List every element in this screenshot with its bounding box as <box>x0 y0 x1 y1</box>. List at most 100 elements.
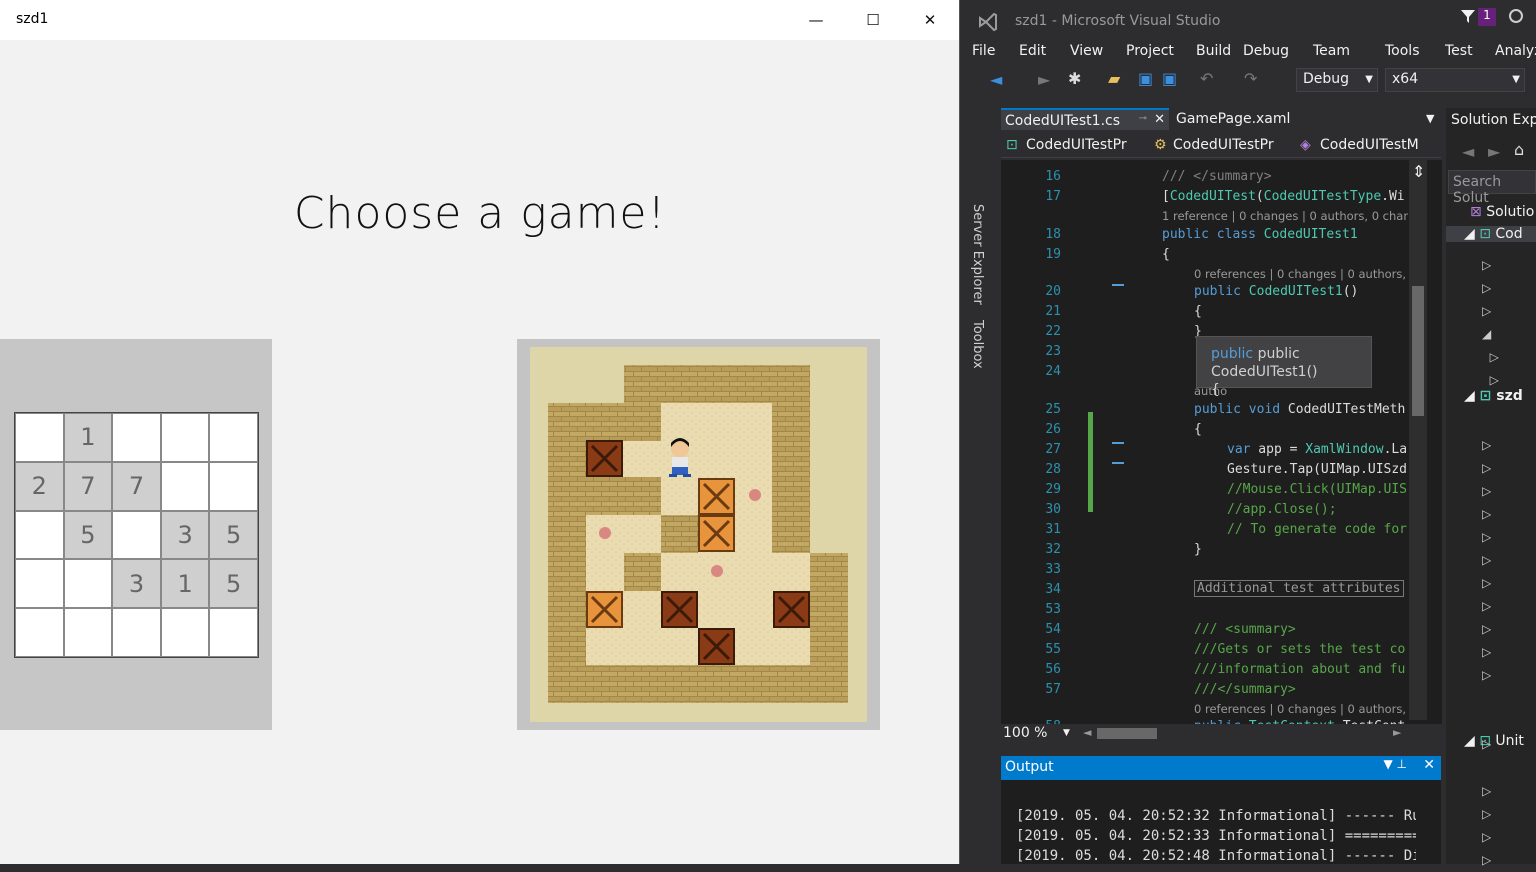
se-back-icon[interactable]: ◄ <box>1462 142 1474 161</box>
grid-cell[interactable]: 7 <box>112 461 161 511</box>
back-icon[interactable]: ◄ <box>990 70 1002 89</box>
grid-cell[interactable] <box>160 608 210 657</box>
code-line: public void CodedUITestMeth <box>1194 402 1406 417</box>
output-line: [2019. 05. 04. 20:52:48 Informational] -… <box>1016 848 1416 864</box>
grid-cell[interactable] <box>209 413 258 462</box>
code-lens[interactable]: 0 references | 0 changes | 0 authors, 0 <box>1194 702 1408 716</box>
grid-cell[interactable]: 1 <box>63 413 113 462</box>
project-nav[interactable]: CodedUITestPr <box>1026 137 1127 153</box>
menu-item[interactable]: Test <box>1445 43 1473 59</box>
scroll-right-icon[interactable]: ► <box>1393 726 1401 739</box>
grid-cell[interactable] <box>209 461 258 511</box>
maximize-button[interactable]: ☐ <box>845 0 901 40</box>
grid-cell[interactable]: 2 <box>15 461 64 511</box>
undo-icon[interactable]: ↶ <box>1200 69 1213 88</box>
grid-cell[interactable] <box>63 608 113 657</box>
se-forward-icon[interactable]: ► <box>1488 142 1500 161</box>
feedback-icon[interactable] <box>1506 6 1526 26</box>
line-number: 24 <box>1045 364 1061 379</box>
solution-node[interactable]: ⊠ Solutio <box>1470 204 1534 220</box>
scroll-thumb[interactable] <box>1412 286 1424 416</box>
split-icon[interactable]: ⇕ <box>1412 162 1425 181</box>
project-node-cod[interactable]: ◢ ⊡ Cod <box>1446 226 1536 242</box>
crate <box>698 478 735 515</box>
sokoban-preview <box>548 365 848 703</box>
grid-cell[interactable] <box>15 608 64 657</box>
close-tab-icon[interactable]: ✕ <box>1154 112 1165 127</box>
open-file-icon[interactable]: ▰ <box>1108 69 1120 88</box>
solution-node-label: Solutio <box>1486 204 1535 220</box>
grid-cell[interactable] <box>160 461 210 511</box>
configuration-select[interactable]: Debug ▼ <box>1296 68 1378 92</box>
grid-cell[interactable] <box>63 559 113 609</box>
new-project-icon[interactable]: ✱ <box>1068 69 1081 88</box>
menu-item[interactable]: Build <box>1196 43 1231 59</box>
grid-cell[interactable]: 5 <box>209 510 258 560</box>
solution-search-input[interactable]: Search Solut <box>1448 170 1536 206</box>
grid-cell[interactable] <box>112 608 161 657</box>
grid-cell[interactable] <box>160 413 210 462</box>
save-all-icon[interactable]: ▣ <box>1162 69 1177 88</box>
zoom-chevron-icon[interactable]: ▼ <box>1063 728 1070 738</box>
grid-cell[interactable]: 3 <box>112 559 161 609</box>
grid-cell[interactable] <box>15 413 64 462</box>
number-grid[interactable]: 1277535315 <box>14 412 259 658</box>
grid-cell[interactable]: 7 <box>63 461 113 511</box>
minimize-button[interactable]: — <box>788 0 844 40</box>
horizontal-scroll-thumb[interactable] <box>1097 728 1157 739</box>
panel-menu-icon[interactable]: ▼ ⊥ <box>1384 757 1408 771</box>
tab-list-chevron-icon[interactable]: ▼ <box>1426 112 1434 125</box>
menu-item[interactable]: Project <box>1126 43 1174 59</box>
grid-cell[interactable] <box>209 608 258 657</box>
forward-icon[interactable]: ► <box>1038 70 1050 89</box>
line-number: 27 <box>1045 442 1061 457</box>
project-nav-icon: ⊡ <box>1006 137 1018 153</box>
notification-badge[interactable]: 1 <box>1478 8 1496 26</box>
menu-item[interactable]: Edit <box>1019 43 1046 59</box>
class-nav[interactable]: CodedUITestPr <box>1173 137 1274 153</box>
filter-icon[interactable] <box>1460 8 1476 24</box>
save-icon[interactable]: ▣ <box>1138 69 1153 88</box>
code-lens[interactable]: 1 reference | 0 changes | 0 authors, 0 c… <box>1162 209 1408 223</box>
menu-item[interactable]: File <box>972 43 995 59</box>
menu-item[interactable]: Team <box>1313 43 1350 59</box>
grid-cell[interactable]: 5 <box>209 559 258 609</box>
project-node-label: Cod <box>1495 226 1523 242</box>
server-explorer-tab[interactable]: Server Explorer <box>970 204 985 305</box>
member-nav[interactable]: CodedUITestM <box>1320 137 1419 153</box>
project-node-unit[interactable]: ◢ ⊡ Unit <box>1464 733 1524 749</box>
changed-lines-marker <box>1088 412 1093 512</box>
tab-gamepage[interactable]: GamePage.xaml <box>1172 108 1372 130</box>
pin-icon[interactable]: ⊸ <box>1139 113 1147 124</box>
menu-item[interactable]: View <box>1070 43 1103 59</box>
menu-item[interactable]: Analyz <box>1495 43 1536 59</box>
grid-cell[interactable] <box>112 413 161 462</box>
menu-item[interactable]: Debug <box>1243 43 1289 59</box>
grid-cell[interactable] <box>15 559 64 609</box>
toolbox-tab[interactable]: Toolbox <box>970 320 985 369</box>
code-line: { <box>1162 247 1170 262</box>
redo-icon[interactable]: ↷ <box>1244 69 1257 88</box>
sokoban-board-image[interactable] <box>530 347 867 722</box>
line-number: 33 <box>1045 562 1061 577</box>
code-line: { <box>1194 304 1202 319</box>
menu-item[interactable]: Tools <box>1385 43 1420 59</box>
code-lens[interactable]: 0 references | 0 changes | 0 authors, 0 <box>1194 267 1408 281</box>
close-panel-icon[interactable]: ✕ <box>1423 757 1435 773</box>
tab-codeduitest1[interactable]: CodedUITest1.cs ⊸ ✕ <box>1001 108 1169 130</box>
platform-select[interactable]: x64 ▼ <box>1385 68 1525 92</box>
grid-cell[interactable] <box>112 510 161 560</box>
grid-cell[interactable]: 3 <box>160 510 210 560</box>
grid-cell[interactable] <box>15 510 64 560</box>
editor-scrollbar[interactable] <box>1409 160 1427 720</box>
close-button[interactable]: ✕ <box>902 0 958 40</box>
grid-cell[interactable]: 5 <box>63 510 113 560</box>
zoom-level[interactable]: 100 % <box>1003 725 1047 741</box>
code-line: ///Gets or sets the test co <box>1194 642 1406 657</box>
class-nav-icon: ⚙ <box>1154 137 1167 153</box>
output-line: [2019. 05. 04. 20:52:33 Informational] =… <box>1016 828 1416 844</box>
home-icon[interactable]: ⌂ <box>1514 140 1524 159</box>
scroll-left-icon[interactable]: ◄ <box>1083 726 1091 739</box>
app-titlebar: szd1 — ☐ ✕ <box>0 0 959 40</box>
grid-cell[interactable]: 1 <box>160 559 210 609</box>
